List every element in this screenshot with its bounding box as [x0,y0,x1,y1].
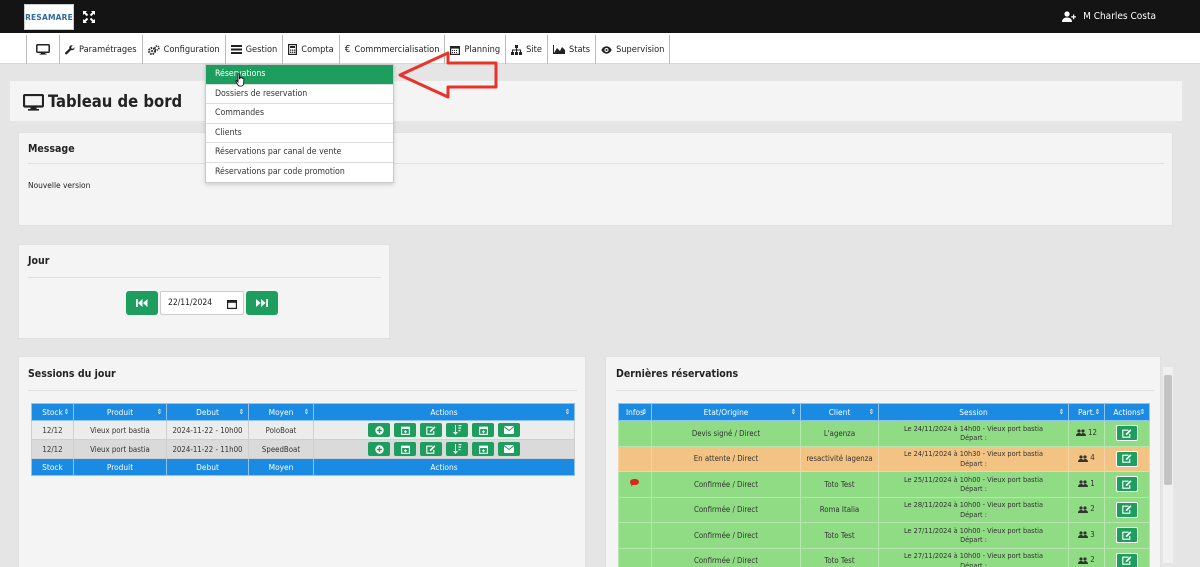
hand-cursor-icon [235,73,245,87]
annotation-arrow-icon [398,51,498,99]
